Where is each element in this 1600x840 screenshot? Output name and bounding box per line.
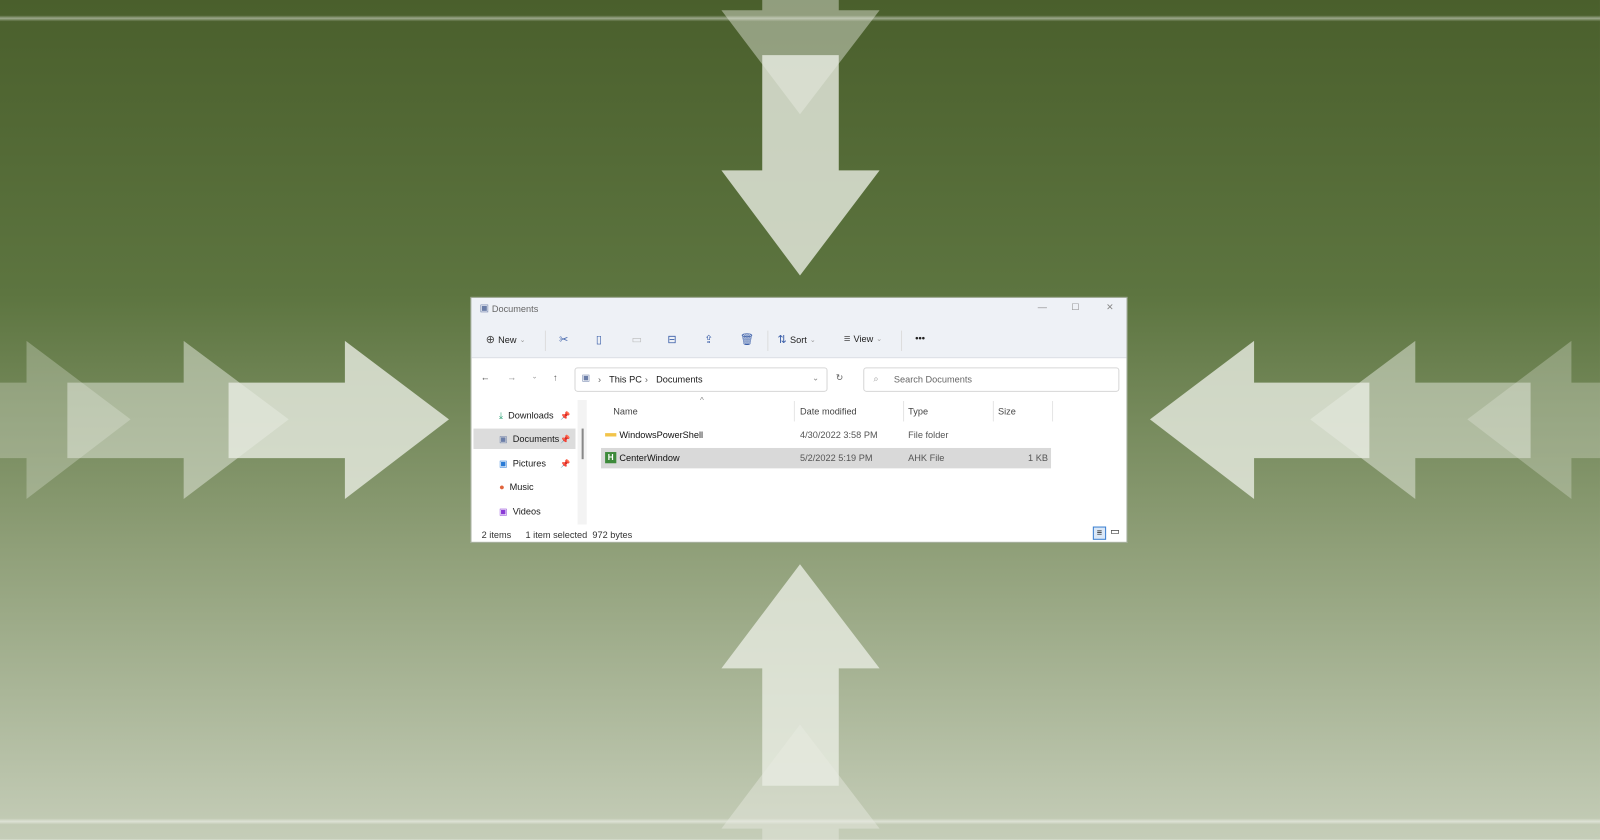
- divider: [1052, 401, 1054, 422]
- paste-icon[interactable]: ▭: [632, 333, 643, 346]
- up-arrow-faded: [721, 724, 880, 840]
- file-row-selected[interactable]: H CenterWindow 5/2/2022 5:19 PM AHK File…: [601, 447, 1052, 469]
- sort-button[interactable]: ⇅ Sort ⌄: [778, 333, 816, 346]
- window-title: Documents: [491, 304, 539, 315]
- chevron-down-icon: ⌄: [519, 336, 526, 344]
- pin-icon: 📌: [560, 410, 571, 420]
- search-placeholder: Search Documents: [893, 374, 972, 385]
- chevron-down-icon[interactable]: ⌄: [812, 373, 819, 382]
- search-icon: ⌕: [873, 373, 879, 384]
- chevron-down-icon: ⌄: [809, 336, 816, 344]
- file-explorer-window: ▣ Documents — ☐ ✕ ⊕ New ⌄ ✂ ▯ ▭ ⊟ ⇪ 🗑 ⇅ Sor…: [470, 296, 1128, 543]
- search-input[interactable]: ⌕ Search Documents: [863, 367, 1120, 392]
- pin-icon: 📌: [560, 434, 571, 444]
- more-options-button[interactable]: •••: [915, 333, 925, 343]
- divider: [544, 330, 546, 352]
- plus-circle-icon: ⊕: [485, 333, 496, 346]
- up-button[interactable]: ↑: [553, 372, 558, 382]
- copy-icon[interactable]: ▯: [596, 333, 602, 346]
- nav-label: Videos: [512, 506, 541, 517]
- address-bar[interactable]: ▣ › This PC › Documents ⌄: [574, 367, 828, 392]
- minimize-button[interactable]: —: [1038, 302, 1047, 312]
- nav-item-downloads[interactable]: ⤓ Downloads 📌: [473, 405, 575, 425]
- breadcrumb-documents[interactable]: Documents: [656, 374, 702, 384]
- file-type: AHK File: [908, 453, 945, 464]
- divider: [767, 330, 769, 352]
- nav-item-videos[interactable]: ▣ Videos: [473, 501, 575, 521]
- nav-label: Music: [509, 481, 534, 492]
- left-arrow-faded: [1467, 340, 1600, 499]
- nav-item-music[interactable]: ● Music: [473, 477, 575, 497]
- recent-dropdown[interactable]: ⌄: [532, 372, 538, 380]
- details-view-button[interactable]: ≡: [1092, 526, 1107, 540]
- right-arrow-faded: [0, 340, 131, 499]
- view-button[interactable]: ≡ View ⌄: [844, 333, 882, 345]
- column-header-name[interactable]: Name: [613, 406, 638, 416]
- forward-button[interactable]: →: [507, 372, 516, 382]
- status-item-count: 2 items: [481, 529, 512, 540]
- nav-item-pictures[interactable]: ▣ Pictures 📌: [473, 453, 575, 473]
- navigation-pane: ⤓ Downloads 📌 ▣ Documents 📌 ▣ Pictures 📌 ● Musi…: [471, 400, 583, 527]
- view-icon: ≡: [843, 332, 851, 345]
- pictures-icon: ▣: [498, 457, 508, 468]
- refresh-button[interactable]: ↻: [836, 372, 844, 383]
- nav-label: Downloads: [508, 410, 554, 421]
- music-icon: ●: [498, 481, 505, 492]
- sort-ascending-indicator: ^: [699, 395, 704, 406]
- new-label: New: [498, 334, 517, 345]
- folder-icon: ▬: [605, 427, 617, 440]
- close-button[interactable]: ✕: [1106, 302, 1114, 313]
- divider: [903, 401, 905, 422]
- status-selection: 1 item selected 972 bytes: [525, 529, 633, 540]
- sort-label: Sort: [790, 334, 807, 345]
- file-date: 4/30/2022 3:58 PM: [799, 429, 878, 440]
- documents-icon: ▣: [581, 372, 591, 383]
- title-bar: ▣ Documents — ☐ ✕ ⊕ New ⌄ ✂ ▯ ▭ ⊟ ⇪ 🗑 ⇅ Sor…: [471, 297, 1127, 359]
- column-header-size[interactable]: Size: [998, 406, 1016, 416]
- sort-icon: ⇅: [777, 333, 787, 346]
- down-arrow: [721, 55, 880, 276]
- file-size: 1 KB: [1028, 453, 1048, 464]
- chevron-down-icon: ⌄: [876, 335, 883, 343]
- cut-icon[interactable]: ✂: [559, 333, 568, 346]
- pin-icon: 📌: [560, 458, 571, 468]
- breadcrumb-separator: ›: [597, 374, 602, 385]
- file-name: WindowsPowerShell: [619, 429, 704, 440]
- new-button[interactable]: ⊕ New ⌄: [486, 333, 526, 346]
- videos-icon: ▣: [498, 505, 508, 516]
- file-row[interactable]: ▬ WindowsPowerShell 4/30/2022 3:58 PM Fi…: [601, 424, 1051, 444]
- delete-icon[interactable]: 🗑: [740, 333, 754, 346]
- view-label: View: [853, 333, 874, 344]
- documents-icon: ▣: [498, 433, 508, 444]
- column-header-type[interactable]: Type: [908, 406, 928, 416]
- nav-item-documents[interactable]: ▣ Documents 📌: [473, 428, 576, 449]
- divider: [901, 330, 903, 352]
- documents-icon: ▣: [479, 303, 490, 315]
- nav-label: Pictures: [512, 458, 546, 469]
- breadcrumb-separator: ›: [644, 374, 648, 385]
- back-button[interactable]: ←: [481, 372, 490, 382]
- ahk-file-icon: H: [605, 452, 617, 464]
- file-type: File folder: [908, 429, 949, 440]
- tiles-view-button[interactable]: ▭: [1110, 527, 1120, 538]
- divider: [992, 401, 994, 422]
- breadcrumb-this-pc[interactable]: This PC: [609, 374, 642, 384]
- divider: [793, 401, 795, 422]
- nav-scrollbar[interactable]: [577, 399, 587, 525]
- maximize-button[interactable]: ☐: [1071, 302, 1079, 313]
- share-icon[interactable]: ⇪: [704, 333, 713, 346]
- column-header-date-modified[interactable]: Date modified: [800, 406, 857, 416]
- file-date: 5/2/2022 5:19 PM: [799, 453, 873, 464]
- nav-label: Documents: [512, 433, 560, 444]
- download-icon: ⤓: [498, 409, 504, 420]
- file-name: CenterWindow: [619, 453, 680, 464]
- rename-icon[interactable]: ⊟: [667, 333, 676, 346]
